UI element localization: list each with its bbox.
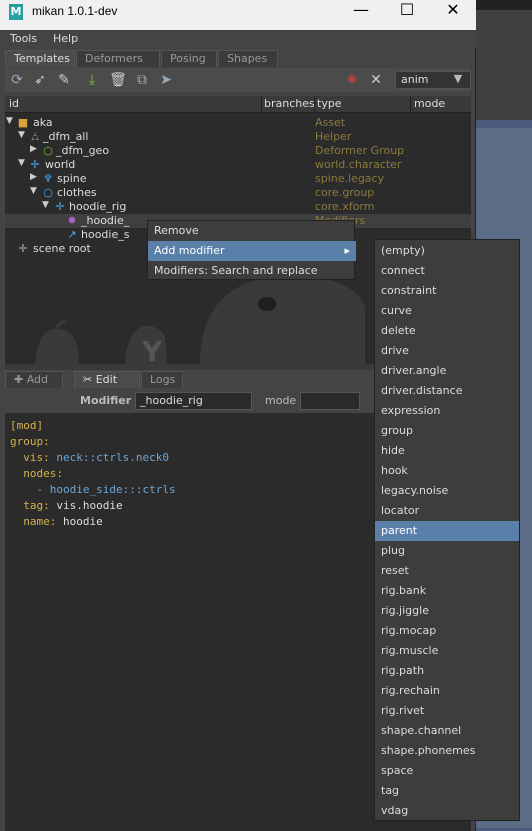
trash-icon[interactable]: 🗑 bbox=[109, 71, 127, 89]
submenu-item-connect[interactable]: connect bbox=[375, 261, 519, 281]
rocket-icon[interactable]: ➶ bbox=[31, 71, 49, 89]
modifier-gear-icon: ✹ bbox=[67, 214, 77, 227]
title-bar: M mikan 1.0.1-dev — ☐ ✕ bbox=[0, 0, 476, 30]
copy-icon[interactable]: ⧉ bbox=[133, 71, 151, 89]
submenu-item-space[interactable]: space bbox=[375, 761, 519, 781]
submenu-item-rig-mocap[interactable]: rig.mocap bbox=[375, 621, 519, 641]
submenu-item-expression[interactable]: expression bbox=[375, 401, 519, 421]
chevron-right-icon: ▸ bbox=[344, 244, 350, 257]
submenu-item-hook[interactable]: hook bbox=[375, 461, 519, 481]
submenu-item-shape-channel[interactable]: shape.channel bbox=[375, 721, 519, 741]
submenu-item-rig-muscle[interactable]: rig.muscle bbox=[375, 641, 519, 661]
toolbar: ⟳ ➶ ✎ ⤓ 🗑 ⧉ ➤ ✹ ✕ anim ▼ bbox=[5, 68, 471, 92]
xform-icon: ✛ bbox=[55, 200, 65, 213]
scene-root-icon: ✛ bbox=[18, 242, 28, 255]
chevron-down-icon: ▼ bbox=[453, 72, 463, 85]
world-icon: ✛ bbox=[30, 158, 40, 171]
submenu-item-group[interactable]: group bbox=[375, 421, 519, 441]
tree-row[interactable]: ▶ ○ _dfm_geo Deformer Group bbox=[5, 144, 471, 158]
helper-icon: ⛼ bbox=[30, 130, 40, 143]
tab-posing[interactable]: Posing bbox=[161, 50, 217, 67]
circle-icon: ○ bbox=[43, 144, 53, 157]
submenu-item-rig-path[interactable]: rig.path bbox=[375, 661, 519, 681]
submenu-item-rig-bank[interactable]: rig.bank bbox=[375, 581, 519, 601]
minimize-button[interactable]: — bbox=[338, 0, 384, 26]
plus-icon: ✚ bbox=[14, 373, 27, 386]
submenu-item-rig-rivet[interactable]: rig.rivet bbox=[375, 701, 519, 721]
submenu-item-reset[interactable]: reset bbox=[375, 561, 519, 581]
tab-templates[interactable]: Templates bbox=[5, 50, 75, 67]
submenu-item-hide[interactable]: hide bbox=[375, 441, 519, 461]
tree-row[interactable]: ▶ ♆ spine spine.legacy bbox=[5, 172, 471, 186]
submenu-item-delete[interactable]: delete bbox=[375, 321, 519, 341]
box-icon: ■ bbox=[17, 116, 29, 129]
col-id[interactable]: id bbox=[9, 97, 19, 110]
col-mode[interactable]: mode bbox=[414, 97, 445, 110]
submenu-item-plug[interactable]: plug bbox=[375, 541, 519, 561]
refresh-icon[interactable]: ⟳ bbox=[8, 71, 26, 89]
submenu-item-constraint[interactable]: constraint bbox=[375, 281, 519, 301]
tree-row[interactable]: ▼ ⛼ _dfm_all Helper bbox=[5, 130, 471, 144]
mode-select-value: anim bbox=[401, 73, 429, 86]
wrench-icon: ↗ bbox=[67, 228, 77, 241]
tab-shapes[interactable]: Shapes bbox=[218, 50, 278, 67]
mode-field[interactable] bbox=[300, 392, 360, 410]
brush-icon[interactable]: ✎ bbox=[55, 71, 73, 89]
menu-search-replace[interactable]: Modifiers: Search and replace bbox=[148, 261, 356, 281]
submenu-item-rig-jiggle[interactable]: rig.jiggle bbox=[375, 601, 519, 621]
tree-row[interactable]: ▼ ✛ world world.character bbox=[5, 158, 471, 172]
tree-row[interactable]: ▼ ○ clothes core.group bbox=[5, 186, 471, 200]
submenu-item-rig-rechain[interactable]: rig.rechain bbox=[375, 681, 519, 701]
col-branches[interactable]: branches bbox=[264, 97, 315, 110]
submenu-item-shape-phonemes[interactable]: shape.phonemes bbox=[375, 741, 519, 761]
submenu-item-curve[interactable]: curve bbox=[375, 301, 519, 321]
tab-edit[interactable]: ✂ Edit bbox=[74, 371, 140, 388]
menu-remove[interactable]: Remove bbox=[148, 221, 356, 241]
group-icon: ○ bbox=[43, 186, 53, 199]
maximize-button[interactable]: ☐ bbox=[384, 0, 430, 26]
submenu-item-parent[interactable]: parent bbox=[375, 521, 519, 541]
tab-add[interactable]: ✚ Add bbox=[5, 371, 63, 388]
submenu-item-driver-angle[interactable]: driver.angle bbox=[375, 361, 519, 381]
submenu-item-tag[interactable]: tag bbox=[375, 781, 519, 801]
submenu-item-locator[interactable]: locator bbox=[375, 501, 519, 521]
tree-header: id branches type mode bbox=[5, 96, 471, 113]
submenu-item-drive[interactable]: drive bbox=[375, 341, 519, 361]
submenu-item-driver-distance[interactable]: driver.distance bbox=[375, 381, 519, 401]
tab-logs[interactable]: Logs bbox=[141, 371, 183, 388]
menu-tools[interactable]: Tools bbox=[10, 32, 37, 45]
mode-select[interactable]: anim ▼ bbox=[395, 71, 471, 89]
gear-icon[interactable]: ✹ bbox=[343, 71, 361, 89]
modifier-name-field[interactable]: _hoodie_rig bbox=[135, 392, 252, 410]
close-button[interactable]: ✕ bbox=[430, 0, 476, 26]
wrench-icon: ✂ bbox=[83, 373, 96, 386]
modifier-submenu: (empty) connect constraint curve delete drive… bbox=[374, 239, 520, 821]
menu-bar: Tools Help bbox=[0, 30, 476, 48]
col-type[interactable]: type bbox=[317, 97, 342, 110]
menu-add-modifier[interactable]: Add modifier ▸ bbox=[148, 241, 356, 261]
context-menu: Remove Add modifier ▸ Modifiers: Search … bbox=[147, 220, 356, 281]
tree-row[interactable]: ▼ ■ aka Asset bbox=[5, 116, 471, 130]
mode-label: mode bbox=[265, 394, 297, 407]
import-icon[interactable]: ⤓ bbox=[83, 71, 101, 89]
svg-text:Y: Y bbox=[141, 335, 163, 364]
tree-row[interactable]: ▼ ✛ hoodie_rig core.xform bbox=[5, 200, 471, 214]
submenu-item-vdag[interactable]: vdag bbox=[375, 801, 519, 821]
submenu-item-legacy-noise[interactable]: legacy.noise bbox=[375, 481, 519, 501]
tools-icon[interactable]: ✕ bbox=[367, 71, 385, 89]
window-title: mikan 1.0.1-dev bbox=[32, 4, 118, 18]
app-logo-icon: M bbox=[9, 4, 23, 20]
spine-icon: ♆ bbox=[43, 172, 53, 185]
tab-deformers[interactable]: Deformers bbox=[76, 50, 160, 67]
submenu-item-empty[interactable]: (empty) bbox=[375, 241, 519, 261]
select-icon[interactable]: ➤ bbox=[157, 71, 175, 89]
menu-help[interactable]: Help bbox=[53, 32, 78, 45]
modifier-label: Modifier bbox=[80, 394, 132, 407]
